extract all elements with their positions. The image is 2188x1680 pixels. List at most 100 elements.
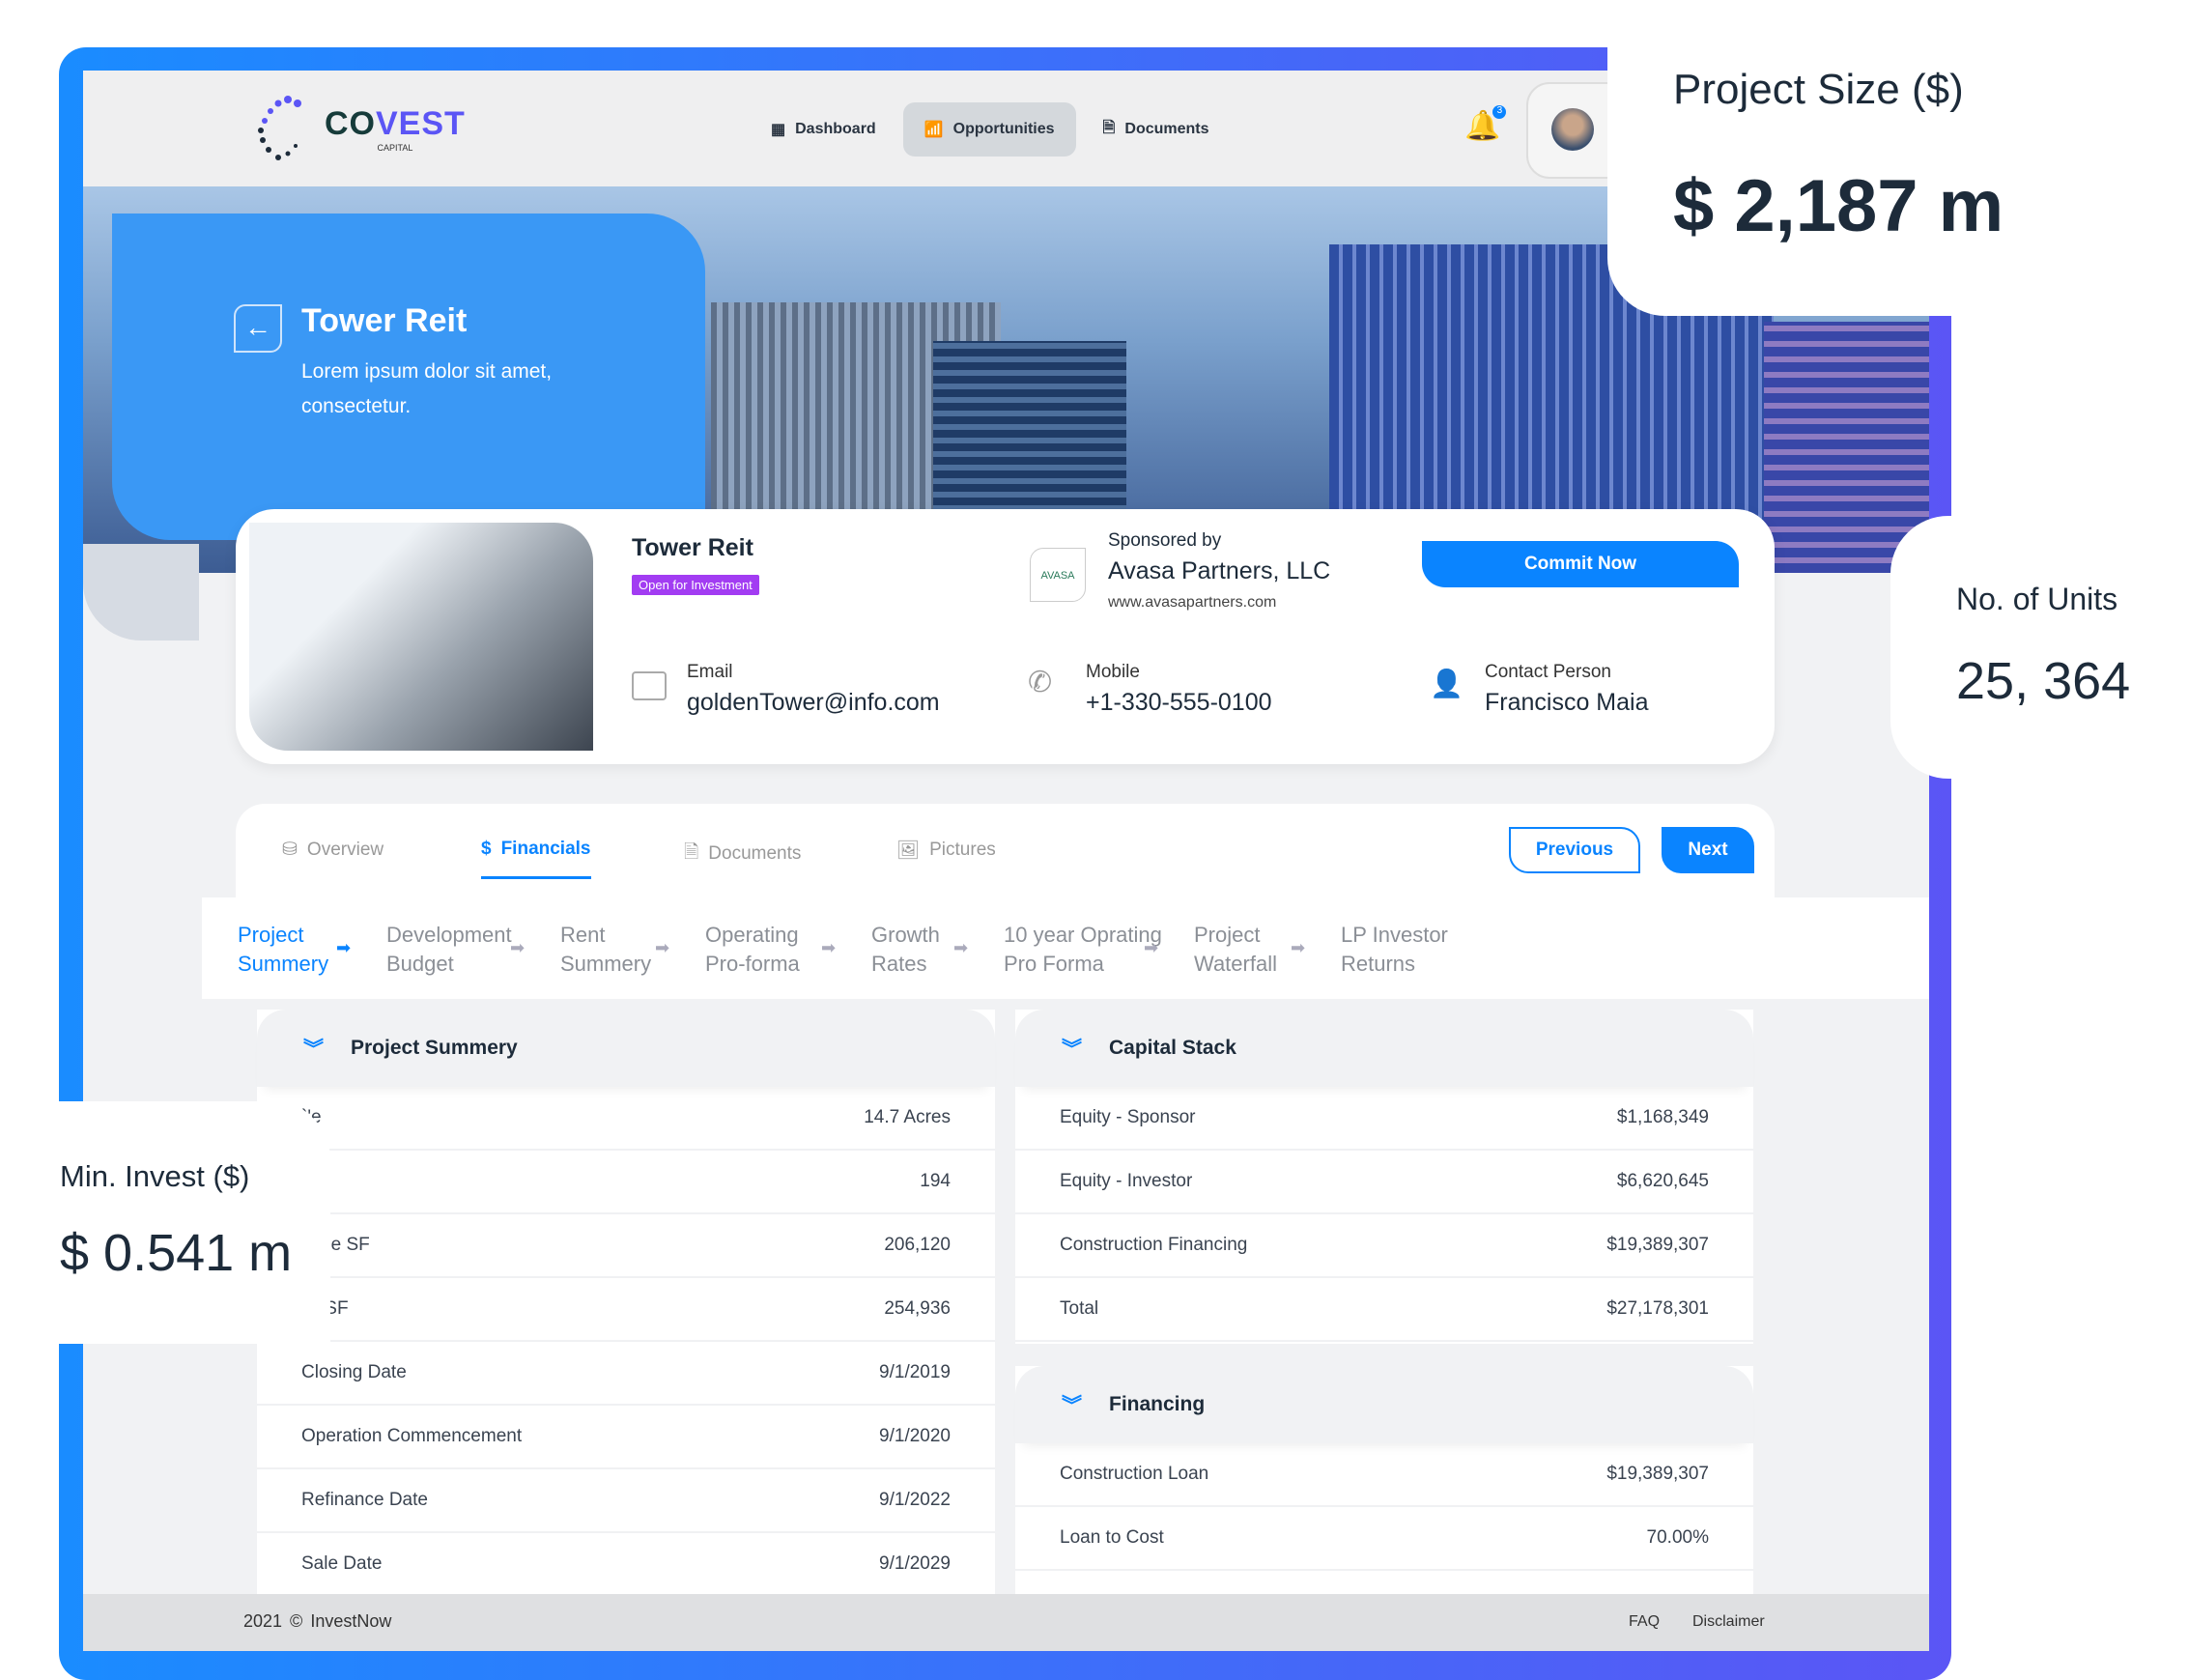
nav-label: Documents [1124,121,1209,137]
nav-documents[interactable]: 🗎 Documents [1082,102,1231,157]
step-line: Operating [705,923,799,947]
contact-label: Contact Person [1485,662,1611,682]
chevron-down-icon[interactable]: ︾ [1062,1034,1082,1063]
step-2[interactable]: Rent Summery [560,921,651,979]
footer-brand: InvestNow [310,1611,392,1631]
hero-subtitle: Lorem ipsum dolor sit amet, consectetur. [301,360,553,417]
tab-overview[interactable]: ⛁ Overview [282,839,384,861]
row-label: Refinance Date [301,1490,428,1510]
next-button[interactable]: Next [1662,827,1754,873]
step-line: Rates [871,952,927,976]
mobile-value[interactable]: +1-330-555-0100 [1086,689,1272,717]
financial-steps: Project Summery ➡ Development Budget ➡ Rent Sum… [202,897,1929,999]
nav-dashboard[interactable]: ▦ Dashboard [750,102,897,157]
tab-label: Overview [306,839,384,860]
sponsor-website[interactable]: www.avasapartners.com [1108,594,1276,612]
step-line: Summery [238,952,329,976]
step-line: Returns [1341,952,1416,976]
row-label: Closing Date [301,1362,407,1382]
chevron-down-icon[interactable]: ︾ [303,1034,324,1063]
phone-icon: ✆ [1028,667,1053,698]
brand-sub: CAPITAL [377,142,413,153]
step-line: Project [238,923,304,947]
step-5[interactable]: 10 year Oprating Pro Forma [1004,921,1162,979]
row-value: 70.00% [1646,1527,1709,1548]
row-label: Equity - Investor [1060,1171,1193,1191]
step-line: Summery [560,952,652,976]
step-1[interactable]: Development Budget [386,921,512,979]
notification-bell[interactable]: 🔔 3 [1464,105,1507,143]
table-row: Sale Date 9/1/2029 [257,1533,995,1597]
row-value: $19,389,307 [1606,1235,1709,1255]
tab-label: Documents [708,843,802,864]
table-row: Refinance Date 9/1/2022 [257,1469,995,1533]
row-label: Operation Commencement [301,1426,523,1446]
row-label: Sale Date [301,1553,383,1574]
previous-button[interactable]: Previous [1509,827,1640,873]
brand-name-b: VEST [376,104,466,142]
row-label: Equity - Sponsor [1060,1107,1196,1127]
row-value: 254,936 [884,1298,951,1319]
footer-year: 2021 [243,1611,283,1631]
project-image [249,523,593,751]
document-icon: 🗎 [684,842,699,863]
tab-pictures[interactable]: 🖼 Pictures [896,839,996,862]
table-row: s194 [257,1151,995,1214]
row-value: 9/1/2029 [879,1553,951,1574]
step-line: Growth [871,923,940,947]
nav-opportunities[interactable]: 📶 Opportunities [902,102,1076,157]
hero-card: ← Tower Reit Lorem ipsum dolor sit amet,… [112,214,705,540]
table-row: Construction Loan $19,389,307 [1015,1443,1753,1507]
back-icon[interactable]: ← [234,304,282,353]
commit-now-button[interactable]: Commit Now [1422,541,1739,587]
panel-title: Financing [1109,1393,1206,1415]
chevron-down-icon[interactable]: ︾ [1062,1390,1082,1419]
min-invest-label: Min. Invest ($) [60,1159,250,1193]
project-size-value: $ 2,187 m [1673,165,2004,247]
step-line: Rent [560,923,606,947]
notification-badge: 3 [1492,105,1507,119]
tab-financials[interactable]: $ Financials [481,821,591,879]
step-3[interactable]: Operating Pro-forma [705,921,800,979]
tab-documents[interactable]: 🗎 Documents [684,839,801,869]
step-line: Pro Forma [1004,952,1104,976]
step-0[interactable]: Project Summery [238,921,328,979]
contact-value: Francisco Maia [1485,689,1649,716]
row-value: 14.7 Acres [864,1107,951,1127]
table-row: Operation Commencement 9/1/2020 [257,1406,995,1469]
footer: 2021 © InvestNow FAQ Disclaimer [83,1594,1929,1651]
table-row: Loan to Cost 70.00% [1015,1507,1753,1571]
step-line: Pro-forma [705,952,800,976]
row-value: 206,120 [884,1235,951,1255]
email-label: Email [687,662,733,682]
nav-label: Dashboard [795,121,876,137]
faq-link[interactable]: FAQ [1629,1613,1660,1631]
row-label: Total [1060,1298,1099,1319]
table-row: Equity - Investor $6,620,645 [1015,1151,1753,1214]
step-6[interactable]: Project Waterfall [1194,921,1277,979]
step-line: LP Investor [1341,923,1448,947]
logo-dots-icon [258,96,301,160]
panel-title: Project Summery [351,1037,518,1059]
chart-icon: 📶 [924,122,944,138]
email-value[interactable]: goldenTower@info.com [687,689,940,717]
picture-icon: 🖼 [896,840,921,861]
step-7[interactable]: LP Investor Returns [1341,921,1448,979]
table-row: Closing Date 9/1/2019 [257,1342,995,1406]
arrow-right-icon: ➡ [336,938,352,957]
table-row: table SF 206,120 [257,1214,995,1278]
hero-shadow [83,544,199,641]
row-label: Construction Financing [1060,1235,1248,1255]
tab-label: Financials [500,838,591,859]
dashboard-icon: ▦ [771,122,786,138]
project-info-card: Tower Reit Open for Investment AVASA Spo… [236,509,1775,764]
sponsor-logo: AVASA [1030,548,1086,602]
table-row: Equity - Sponsor $1,168,349 [1015,1087,1753,1151]
table-row: ss SF254,936 [257,1278,995,1342]
step-4[interactable]: Growth Rates [871,921,940,979]
step-line: Development [386,923,512,947]
step-line: Waterfall [1194,952,1277,976]
table-row: `'e14.7 Acres [257,1087,995,1151]
disclaimer-link[interactable]: Disclaimer [1692,1613,1765,1631]
row-value: 9/1/2020 [879,1426,951,1446]
